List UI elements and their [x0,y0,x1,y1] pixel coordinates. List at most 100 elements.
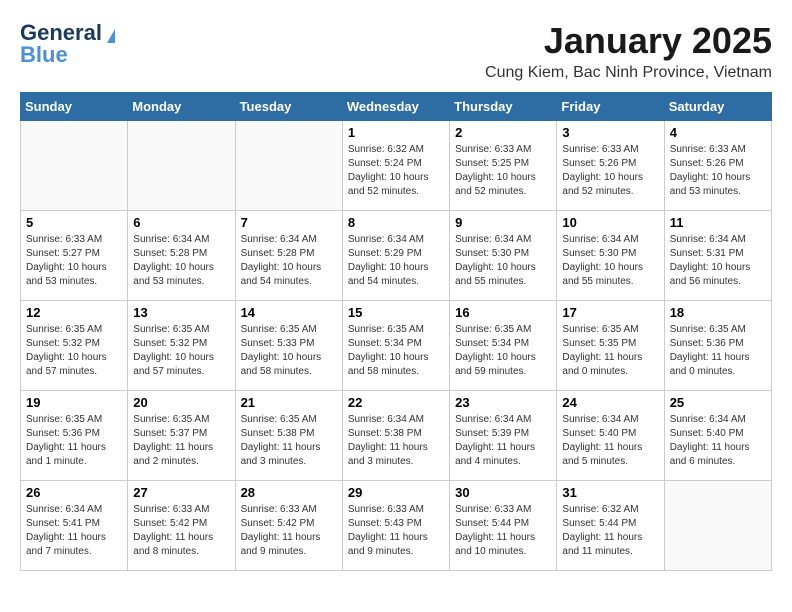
day-number: 10 [562,215,658,230]
day-number: 4 [670,125,766,140]
logo-triangle-icon [107,29,115,43]
day-number: 6 [133,215,229,230]
header-thursday: Thursday [450,93,557,121]
day-number: 12 [26,305,122,320]
day-info: Sunrise: 6:33 AM Sunset: 5:42 PM Dayligh… [241,503,337,559]
day-number: 25 [670,395,766,410]
day-info: Sunrise: 6:35 AM Sunset: 5:37 PM Dayligh… [133,413,229,469]
day-number: 9 [455,215,551,230]
header-sunday: Sunday [21,93,128,121]
calendar-cell [664,481,771,571]
header-tuesday: Tuesday [235,93,342,121]
day-info: Sunrise: 6:33 AM Sunset: 5:43 PM Dayligh… [348,503,444,559]
page-header: General Blue January 2025 Cung Kiem, Bac… [20,20,772,82]
calendar-cell: 23Sunrise: 6:34 AM Sunset: 5:39 PM Dayli… [450,391,557,481]
day-info: Sunrise: 6:34 AM Sunset: 5:28 PM Dayligh… [133,233,229,289]
day-number: 22 [348,395,444,410]
calendar-cell: 9 Sunrise: 6:34 AM Sunset: 5:30 PM Daylig… [450,211,557,301]
day-number: 28 [241,485,337,500]
day-number: 30 [455,485,551,500]
day-info: Sunrise: 6:32 AM Sunset: 5:44 PM Dayligh… [562,503,658,559]
calendar-cell: 14 Sunrise: 6:35 AM Sunset: 5:33 PM Dayli… [235,301,342,391]
calendar-table: SundayMondayTuesdayWednesdayThursdayFrid… [20,92,772,571]
header-wednesday: Wednesday [342,93,449,121]
calendar-cell: 22 Sunrise: 6:34 AM Sunset: 5:38 PM Dayli… [342,391,449,481]
calendar-cell: 18 Sunrise: 6:35 AM Sunset: 5:36 PM Dayli… [664,301,771,391]
day-number: 18 [670,305,766,320]
week-row-2: 5Sunrise: 6:33 AM Sunset: 5:27 PM Daylig… [21,211,772,301]
calendar-cell: 29 Sunrise: 6:33 AM Sunset: 5:43 PM Dayli… [342,481,449,571]
day-info: Sunrise: 6:32 AM Sunset: 5:24 PM Dayligh… [348,143,444,199]
day-info: Sunrise: 6:33 AM Sunset: 5:25 PM Dayligh… [455,143,551,199]
calendar-cell: 30 Sunrise: 6:33 AM Sunset: 5:44 PM Dayli… [450,481,557,571]
week-row-3: 12 Sunrise: 6:35 AM Sunset: 5:32 PM Dayli… [21,301,772,391]
header-friday: Friday [557,93,664,121]
calendar-cell: 7 Sunrise: 6:34 AM Sunset: 5:28 PM Daylig… [235,211,342,301]
day-info: Sunrise: 6:35 AM Sunset: 5:36 PM Dayligh… [670,323,766,379]
day-number: 2 [455,125,551,140]
day-info: Sunrise: 6:34 AM Sunset: 5:40 PM Dayligh… [562,413,658,469]
day-number: 14 [241,305,337,320]
day-info: Sunrise: 6:35 AM Sunset: 5:34 PM Dayligh… [455,323,551,379]
day-info: Sunrise: 6:34 AM Sunset: 5:40 PM Dayligh… [670,413,766,469]
calendar-cell: 15Sunrise: 6:35 AM Sunset: 5:34 PM Dayli… [342,301,449,391]
calendar-cell: 6 Sunrise: 6:34 AM Sunset: 5:28 PM Daylig… [128,211,235,301]
day-number: 7 [241,215,337,230]
week-row-4: 19Sunrise: 6:35 AM Sunset: 5:36 PM Dayli… [21,391,772,481]
header-monday: Monday [128,93,235,121]
day-info: Sunrise: 6:35 AM Sunset: 5:35 PM Dayligh… [562,323,658,379]
day-number: 13 [133,305,229,320]
calendar-cell: 27 Sunrise: 6:33 AM Sunset: 5:42 PM Dayli… [128,481,235,571]
day-number: 26 [26,485,122,500]
day-number: 29 [348,485,444,500]
calendar-cell: 8Sunrise: 6:34 AM Sunset: 5:29 PM Daylig… [342,211,449,301]
day-info: Sunrise: 6:34 AM Sunset: 5:28 PM Dayligh… [241,233,337,289]
day-info: Sunrise: 6:35 AM Sunset: 5:36 PM Dayligh… [26,413,122,469]
day-number: 23 [455,395,551,410]
calendar-cell: 16 Sunrise: 6:35 AM Sunset: 5:34 PM Dayli… [450,301,557,391]
calendar-subtitle: Cung Kiem, Bac Ninh Province, Vietnam [485,64,772,82]
day-info: Sunrise: 6:34 AM Sunset: 5:30 PM Dayligh… [562,233,658,289]
day-number: 16 [455,305,551,320]
day-info: Sunrise: 6:34 AM Sunset: 5:31 PM Dayligh… [670,233,766,289]
calendar-cell: 28 Sunrise: 6:33 AM Sunset: 5:42 PM Dayli… [235,481,342,571]
day-info: Sunrise: 6:33 AM Sunset: 5:44 PM Dayligh… [455,503,551,559]
day-number: 8 [348,215,444,230]
day-info: Sunrise: 6:35 AM Sunset: 5:33 PM Dayligh… [241,323,337,379]
day-info: Sunrise: 6:34 AM Sunset: 5:41 PM Dayligh… [26,503,122,559]
calendar-cell: 19Sunrise: 6:35 AM Sunset: 5:36 PM Dayli… [21,391,128,481]
day-number: 1 [348,125,444,140]
calendar-cell: 13Sunrise: 6:35 AM Sunset: 5:32 PM Dayli… [128,301,235,391]
day-info: Sunrise: 6:33 AM Sunset: 5:42 PM Dayligh… [133,503,229,559]
day-number: 20 [133,395,229,410]
calendar-cell: 4 Sunrise: 6:33 AM Sunset: 5:26 PM Daylig… [664,121,771,211]
day-info: Sunrise: 6:33 AM Sunset: 5:26 PM Dayligh… [670,143,766,199]
calendar-cell: 26 Sunrise: 6:34 AM Sunset: 5:41 PM Dayli… [21,481,128,571]
calendar-cell: 3Sunrise: 6:33 AM Sunset: 5:26 PM Daylig… [557,121,664,211]
header-saturday: Saturday [664,93,771,121]
day-number: 11 [670,215,766,230]
calendar-cell: 11 Sunrise: 6:34 AM Sunset: 5:31 PM Dayli… [664,211,771,301]
day-info: Sunrise: 6:34 AM Sunset: 5:38 PM Dayligh… [348,413,444,469]
day-number: 17 [562,305,658,320]
calendar-cell: 17 Sunrise: 6:35 AM Sunset: 5:35 PM Dayli… [557,301,664,391]
week-row-1: 1 Sunrise: 6:32 AM Sunset: 5:24 PM Daylig… [21,121,772,211]
calendar-cell: 31Sunrise: 6:32 AM Sunset: 5:44 PM Dayli… [557,481,664,571]
day-number: 21 [241,395,337,410]
calendar-cell: 12 Sunrise: 6:35 AM Sunset: 5:32 PM Dayli… [21,301,128,391]
day-info: Sunrise: 6:33 AM Sunset: 5:27 PM Dayligh… [26,233,122,289]
calendar-title: January 2025 [485,20,772,62]
calendar-cell: 24Sunrise: 6:34 AM Sunset: 5:40 PM Dayli… [557,391,664,481]
logo: General Blue [20,20,115,68]
day-info: Sunrise: 6:35 AM Sunset: 5:32 PM Dayligh… [26,323,122,379]
day-info: Sunrise: 6:34 AM Sunset: 5:30 PM Dayligh… [455,233,551,289]
day-number: 15 [348,305,444,320]
calendar-cell: 10 Sunrise: 6:34 AM Sunset: 5:30 PM Dayli… [557,211,664,301]
calendar-cell [21,121,128,211]
calendar-cell: 5Sunrise: 6:33 AM Sunset: 5:27 PM Daylig… [21,211,128,301]
logo-text-general: General [20,20,102,45]
title-section: January 2025 Cung Kiem, Bac Ninh Provinc… [485,20,772,82]
day-number: 27 [133,485,229,500]
calendar-cell: 25 Sunrise: 6:34 AM Sunset: 5:40 PM Dayli… [664,391,771,481]
calendar-cell [128,121,235,211]
